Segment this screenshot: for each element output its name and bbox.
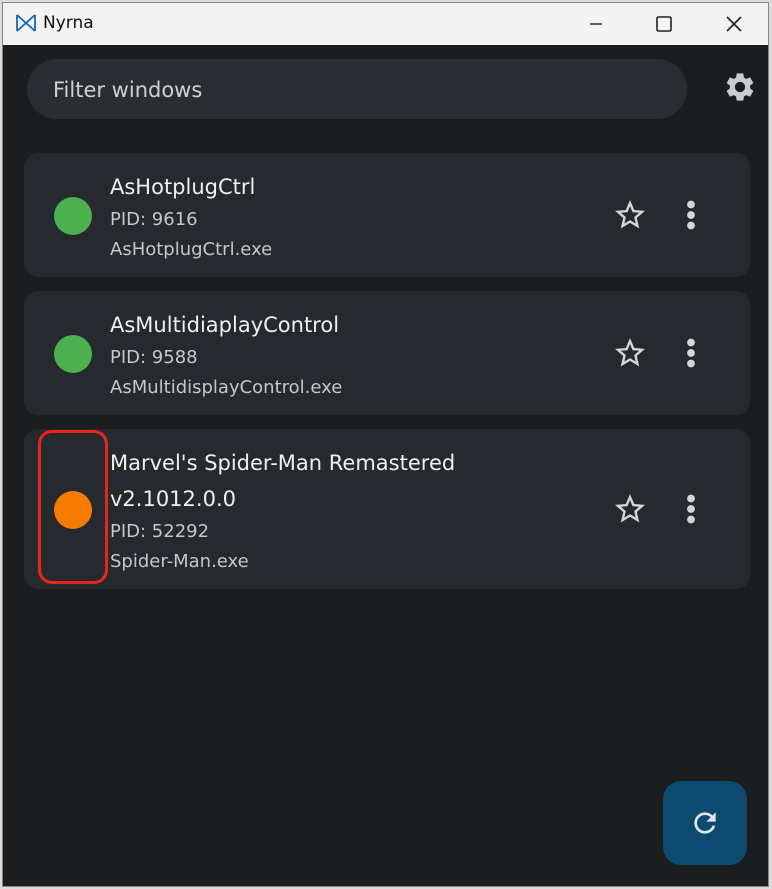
more-vert-icon[interactable] [676,491,706,527]
maximize-icon [656,16,672,32]
main-content: AsHotplugCtrl PID: 9616 AsHotplugCtrl.ex… [3,45,768,886]
pid-label: PID: 52292 [110,521,210,542]
executable-label: AsHotplugCtrl.exe [110,239,273,260]
gear-icon[interactable] [723,70,757,104]
star-outline-icon[interactable] [612,335,648,371]
executable-label: AsMultidisplayControl.exe [110,377,343,398]
app-logo-icon [16,14,36,32]
close-button[interactable] [699,3,768,45]
pid-label: PID: 9616 [110,209,198,230]
more-vert-icon[interactable] [676,197,706,233]
window-title-text: AsMultidiaplayControl [110,313,340,337]
window-card[interactable]: AsMultidiaplayControl PID: 9588 AsMultid… [24,291,750,415]
minimize-button[interactable] [561,3,631,45]
star-outline-icon[interactable] [612,491,648,527]
window-card[interactable]: Marvel's Spider-Man Remastered v2.1012.0… [24,429,750,589]
filter-bar[interactable] [27,59,687,121]
refresh-button[interactable] [663,781,747,865]
star-outline-icon[interactable] [612,197,648,233]
minimize-icon [590,23,602,25]
executable-label: Spider-Man.exe [110,551,249,572]
filter-input[interactable] [51,59,675,121]
window-title-text: Marvel's Spider-Man Remastered [110,451,456,475]
maximize-button[interactable] [629,3,699,45]
window-title-version: v2.1012.0.0 [110,487,236,511]
refresh-icon [694,812,716,834]
more-vert-icon[interactable] [676,335,706,371]
window-title: Nyrna [43,13,94,33]
annotation-highlight [38,430,108,584]
window-title-text: AsHotplugCtrl [110,175,256,199]
status-indicator [54,335,92,373]
close-icon [726,16,742,32]
status-indicator [54,197,92,235]
title-bar: Nyrna [3,3,768,45]
window-card[interactable]: AsHotplugCtrl PID: 9616 AsHotplugCtrl.ex… [24,153,750,277]
app-window: Nyrna AsHotplugCtrl PID: [2,2,769,887]
pid-label: PID: 9588 [110,347,198,368]
